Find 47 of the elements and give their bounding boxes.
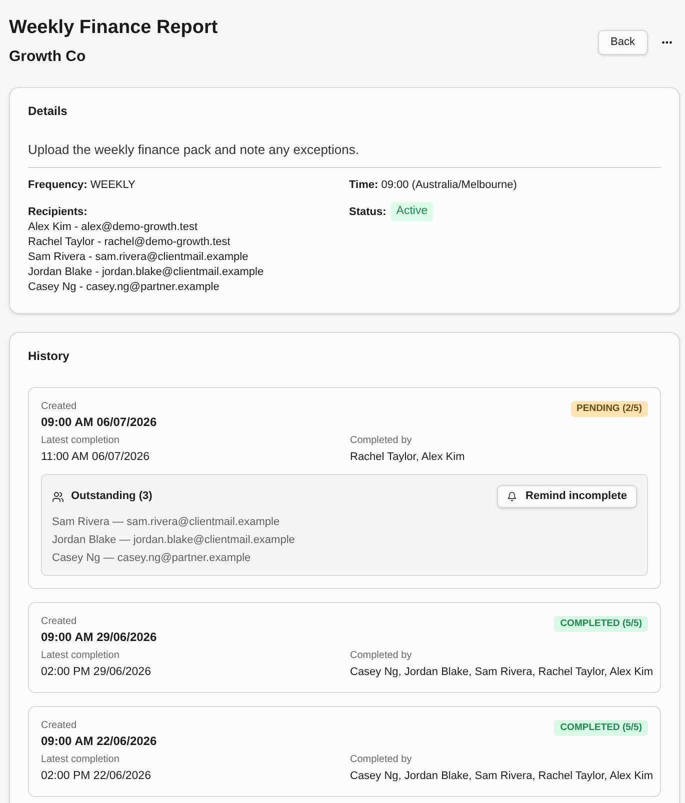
completion-time: 02:00 PM 22/06/2026 (41, 769, 152, 784)
created-label: Created (41, 719, 78, 732)
recipient-text: Sam Rivera - sam.rivera@clientmail.example (28, 250, 250, 265)
description-text: Upload the weekly finance pack and note any exceptions. (28, 141, 360, 159)
back-button[interactable]: Back (598, 30, 648, 55)
completed-by-text: Casey Ng, Jordan Blake, Sam Rivera, Rachel Taylor, Alex Kim (350, 769, 654, 784)
people-icon (52, 490, 64, 502)
status-badge: COMPLETED (5/5) (554, 616, 648, 632)
field-label: Completed by (350, 649, 413, 662)
recipient-text: Jordan Blake - jordan.blake@clientmail.example (28, 265, 265, 280)
field-label: Status: (349, 205, 386, 219)
recipient-text: Alex Kim - alex@demo-growth.test (28, 220, 199, 235)
created-label: Created (41, 400, 78, 413)
outstanding-recipient: Sam Rivera — sam.rivera@clientmail.example (52, 515, 281, 530)
field-label: Latest completion (41, 649, 120, 662)
recipient-text: Casey Ng - casey.ng@partner.example (28, 280, 220, 295)
remind-button[interactable]: Remind incomplete (496, 485, 637, 508)
created-time: 09:00 AM 06/07/2026 (41, 414, 157, 430)
section-heading: History (28, 348, 70, 364)
field-label: Recipients: (28, 205, 88, 219)
status-badge: PENDING (2/5) (570, 401, 648, 417)
field-label: Latest completion (41, 753, 120, 766)
field-label: Completed by (350, 434, 413, 447)
created-time: 09:00 AM 29/06/2026 (41, 629, 157, 645)
field-label: Frequency: (28, 179, 88, 191)
field-label: Time: (349, 179, 378, 191)
field-label: Latest completion (41, 434, 120, 447)
created-label: Created (41, 615, 78, 628)
created-time: 09:00 AM 22/06/2026 (41, 733, 157, 749)
status-badge: COMPLETED (5/5) (554, 720, 648, 736)
field-value: 09:00 (Australia/Melbourne) (381, 179, 517, 191)
field-label: Completed by (350, 753, 413, 766)
outstanding-recipient: Jordan Blake — jordan.blake@clientmail.example (52, 533, 296, 548)
outstanding-heading: Outstanding (3) (71, 489, 152, 504)
field-value: WEEKLY (90, 179, 136, 191)
more-icon (662, 41, 672, 44)
page-subtitle: Growth Co (9, 47, 87, 67)
completion-time: 11:00 AM 06/07/2026 (41, 450, 150, 465)
completed-by-text: Rachel Taylor, Alex Kim (350, 450, 466, 465)
completed-by-text: Casey Ng, Jordan Blake, Sam Rivera, Rachel Taylor, Alex Kim (350, 665, 654, 680)
recipient-text: Rachel Taylor - rachel@demo-growth.test (28, 235, 232, 250)
outstanding-recipient: Casey Ng — casey.ng@partner.example (52, 551, 252, 566)
status-badge: Active (391, 202, 433, 221)
section-heading: Details (28, 103, 68, 119)
bell-icon (506, 491, 517, 502)
completion-time: 02:00 PM 29/06/2026 (41, 665, 152, 680)
page-title: Weekly Finance Report (9, 16, 218, 40)
